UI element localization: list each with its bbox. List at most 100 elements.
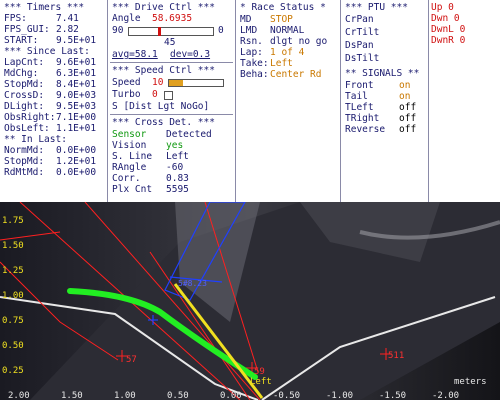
y-tick-label: 1.25 bbox=[2, 266, 24, 276]
direction-item: DwnR 0 bbox=[431, 35, 466, 46]
signal-label: Reverse bbox=[345, 124, 386, 135]
ptu-item: CrPan bbox=[345, 14, 374, 25]
ptu-panel: *** PTU *** CrPan CrTilt DsPan DsTilt ** SI… bbox=[341, 0, 429, 202]
timer-label: FPS: bbox=[4, 13, 27, 24]
ptu-item: DsTilt bbox=[345, 53, 380, 64]
race-value: dlgt no go bbox=[270, 36, 328, 47]
since-label: MdChg: bbox=[4, 68, 39, 79]
cross-label: Corr. bbox=[112, 173, 141, 184]
x-tick-label: -1.00 bbox=[326, 391, 353, 400]
in-last-label: NormMd: bbox=[4, 145, 45, 156]
cross-label: Plx Cnt bbox=[112, 184, 153, 195]
cross-value: 0.83 bbox=[166, 173, 189, 184]
in-last-value: 0.0E+00 bbox=[56, 167, 97, 178]
since-value: 1.1E+01 bbox=[56, 123, 97, 134]
dev-text: dev=0.3 bbox=[170, 49, 211, 60]
direction-item: Up 0 bbox=[431, 2, 454, 13]
race-value: Left bbox=[270, 58, 293, 69]
speed-ctrl-header: *** Speed Ctrl *** bbox=[112, 65, 215, 76]
since-label: ObsRight: bbox=[4, 112, 56, 123]
speed-label: Speed bbox=[112, 77, 141, 88]
in-last-value: 1.2E+01 bbox=[56, 156, 97, 167]
x-tick-label: 0.00 bbox=[220, 391, 242, 400]
cross-det-header: *** Cross Det. *** bbox=[112, 117, 215, 128]
ptu-item: DsPan bbox=[345, 40, 374, 51]
turbo-label: Turbo bbox=[112, 89, 141, 100]
cross-label: Sensor bbox=[112, 129, 147, 140]
in-last-label: RdMtMd: bbox=[4, 167, 45, 178]
race-status-panel: * Race Status * MD STOP LMD NORMAL Rsn. dlgt … bbox=[236, 0, 341, 202]
race-value: 1 of 4 bbox=[270, 47, 305, 58]
angle-center-value: 45 bbox=[164, 37, 176, 48]
x-tick-label: 1.00 bbox=[114, 391, 136, 400]
camera-overlay: 1.75 1.50 1.25 1.00 0.75 0.50 0.25 2.00 1.50 1.0… bbox=[0, 202, 500, 400]
cross-value: Left bbox=[166, 151, 189, 162]
marker-label: 57 bbox=[126, 355, 137, 365]
speed-mode-text: S [Dist Lgt NoGo] bbox=[112, 101, 210, 112]
race-label: Rsn. bbox=[240, 36, 263, 47]
direction-item: Dwn 0 bbox=[431, 13, 460, 24]
x-tick-label: 0.50 bbox=[167, 391, 189, 400]
marker-label: 511 bbox=[388, 351, 404, 361]
timer-label: START: bbox=[4, 35, 39, 46]
since-label: DLight: bbox=[4, 101, 45, 112]
in-last-header: ** In Last: bbox=[4, 134, 67, 145]
since-label: ObsLeft: bbox=[4, 123, 50, 134]
y-tick-label: 1.00 bbox=[2, 291, 24, 301]
y-tick-label: 1.75 bbox=[2, 216, 24, 226]
avg-text: avg=58.1 bbox=[112, 49, 158, 60]
signal-label: Front bbox=[345, 80, 374, 91]
cross-value: yes bbox=[166, 140, 184, 151]
cross-value: Detected bbox=[166, 129, 212, 140]
since-label: CrossD: bbox=[4, 90, 45, 101]
timer-label: FPS_GUI: bbox=[4, 24, 50, 35]
race-label: MD bbox=[240, 14, 252, 25]
since-value: 9.6E+01 bbox=[56, 57, 97, 68]
x-tick-label: 1.50 bbox=[61, 391, 83, 400]
cross-label: RAngle bbox=[112, 162, 147, 173]
camera-view[interactable]: 1.75 1.50 1.25 1.00 0.75 0.50 0.25 2.00 1.50 1.0… bbox=[0, 202, 500, 400]
direction-item: DwnL 0 bbox=[431, 24, 466, 35]
race-label: Take: bbox=[240, 58, 269, 69]
speed-bar[interactable] bbox=[168, 79, 224, 87]
since-value: 9.5E+03 bbox=[56, 101, 97, 112]
speed-value: 10 bbox=[152, 77, 164, 88]
turbo-checkbox[interactable] bbox=[164, 91, 173, 100]
left-label: Left bbox=[250, 377, 272, 387]
angle-slider-knob[interactable] bbox=[158, 27, 162, 36]
y-tick-label: 0.50 bbox=[2, 341, 24, 351]
since-value: 8.4E+01 bbox=[56, 79, 97, 90]
drive-panel: *** Drive Ctrl *** Angle 58.6935 90 0 45… bbox=[108, 0, 236, 202]
signal-value: off bbox=[399, 124, 417, 135]
angle-value: 58.6935 bbox=[152, 13, 193, 24]
race-status-header: * Race Status * bbox=[240, 2, 326, 13]
separator bbox=[110, 62, 233, 63]
cross-value: 5595 bbox=[166, 184, 189, 195]
x-tick-label: -0.50 bbox=[273, 391, 300, 400]
box-label: 5#8.23 bbox=[178, 279, 207, 288]
since-value: 6.3E+01 bbox=[56, 68, 97, 79]
ptu-item: CrTilt bbox=[345, 27, 380, 38]
separator bbox=[110, 114, 233, 115]
angle-slider[interactable] bbox=[128, 27, 214, 36]
timer-value: 9.5E+01 bbox=[56, 35, 97, 46]
cross-value: -60 bbox=[166, 162, 184, 173]
race-value: STOP bbox=[270, 14, 293, 25]
race-value: Center Rd bbox=[270, 69, 322, 80]
since-last-header: *** Since Last: bbox=[4, 46, 90, 57]
direction-panel: Up 0 Dwn 0 DwnL 0 DwnR 0 bbox=[429, 0, 500, 202]
ptu-header: *** PTU *** bbox=[345, 2, 408, 13]
in-last-value: 0.0E+00 bbox=[56, 145, 97, 156]
angle-slider-min: 90 bbox=[112, 25, 124, 36]
race-value: NORMAL bbox=[270, 25, 305, 36]
since-label: LapCnt: bbox=[4, 57, 45, 68]
timers-header: *** Timers *** bbox=[4, 2, 85, 13]
in-last-label: StopMd: bbox=[4, 156, 45, 167]
signal-value: on bbox=[399, 91, 411, 102]
y-tick-label: 0.25 bbox=[2, 366, 24, 376]
signal-value: off bbox=[399, 113, 417, 124]
since-label: StopMd: bbox=[4, 79, 45, 90]
signal-label: TLeft bbox=[345, 102, 374, 113]
race-label: Beha: bbox=[240, 69, 269, 80]
x-tick-label: -1.50 bbox=[379, 391, 406, 400]
